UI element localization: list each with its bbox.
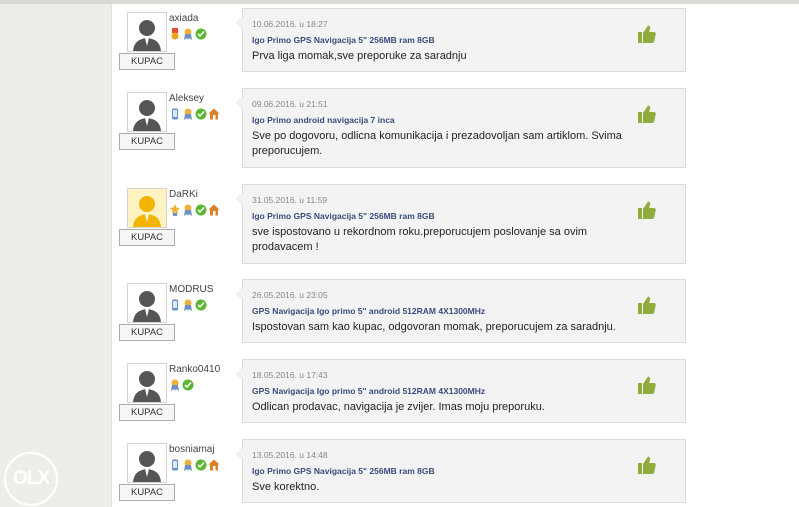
user-badges [169,458,220,472]
phone-icon [169,107,181,121]
username-link[interactable]: axiada [169,13,198,24]
olx-logo[interactable]: OLX [4,452,58,506]
review-item: KUPAC DaRKi 31.05.2016. u 11:59 Igo Primo G… [112,184,799,264]
ribbon-icon [182,107,194,121]
product-link[interactable]: Igo Primo GPS Navigacija 5" 256MB ram 8G… [252,466,435,476]
user-badges [169,107,220,121]
buyer-role-badge: KUPAC [119,133,175,150]
reviews-list: KUPAC axiada 10.06.2016. u 18:27 Igo Primo … [112,4,799,507]
thumbs-up-icon [637,104,657,124]
house-icon [208,458,220,472]
user-avatar[interactable] [127,363,167,403]
review-comment: sve ispostovano u rekordnom roku.preporu… [252,226,588,253]
phone-icon [169,298,181,312]
user-avatar[interactable] [127,443,167,483]
ribbon-icon [182,298,194,312]
phone-icon [169,458,181,472]
user-badges [169,27,207,41]
medal-icon [169,27,181,41]
user-badges [169,298,207,312]
ribbon-icon [182,203,194,217]
buyer-role-badge: KUPAC [119,229,175,246]
review-comment: Ispostovan sam kao kupac, odgovoran moma… [252,321,616,333]
product-link[interactable]: Igo Primo GPS Navigacija 5" 256MB ram 8G… [252,211,435,221]
review-item: KUPAC bosniamaj 13.05.2016. u 14:48 Igo Pri… [112,439,799,503]
thumbs-up-icon [637,295,657,315]
review-card: 26.05.2016. u 23:05 GPS Navigacija Igo pr… [236,279,686,343]
review-item: KUPAC MODRUS 26.05.2016. u 23:05 GPS Naviga… [112,279,799,343]
review-comment: Odlican prodavac, navigacija je zvijer. … [252,401,545,413]
review-item: KUPAC axiada 10.06.2016. u 18:27 Igo Primo … [112,8,799,72]
review-comment: Prva liga momak,sve preporuke za saradnj… [252,50,467,62]
house-icon [208,107,220,121]
buyer-role-badge: KUPAC [119,404,175,421]
user-avatar[interactable] [127,188,167,228]
review-date: 26.05.2016. u 23:05 [252,290,328,300]
review-date: 09.06.2016. u 21:51 [252,99,328,109]
user-badges [169,203,220,217]
review-item: KUPAC Aleksey 09.06.2016. u 21:51 Igo Primo… [112,88,799,168]
ribbon-icon [169,378,181,392]
username-link[interactable]: Ranko0410 [169,364,220,375]
product-link[interactable]: Igo Primo android navigacija 7 inca [252,115,395,125]
user-badges [169,378,194,392]
user-avatar[interactable] [127,12,167,52]
check-icon [195,203,207,217]
review-date: 18.05.2016. u 17:43 [252,370,328,380]
review-card: 09.06.2016. u 21:51 Igo Primo android nav… [236,88,686,168]
username-link[interactable]: MODRUS [169,284,213,295]
user-avatar[interactable] [127,92,167,132]
review-date: 10.06.2016. u 18:27 [252,19,328,29]
thumbs-up-icon [637,375,657,395]
product-link[interactable]: Igo Primo GPS Navigacija 5" 256MB ram 8G… [252,35,435,45]
review-card: 31.05.2016. u 11:59 Igo Primo GPS Navigac… [236,184,686,264]
review-date: 31.05.2016. u 11:59 [252,195,327,205]
check-icon [195,27,207,41]
check-icon [195,107,207,121]
buyer-role-badge: KUPAC [119,484,175,501]
user-avatar[interactable] [127,283,167,323]
ribbon-icon [182,458,194,472]
check-icon [195,298,207,312]
thumbs-up-icon [637,24,657,44]
review-comment: Sve korektno. [252,481,320,493]
username-link[interactable]: bosniamaj [169,444,215,455]
thumbs-up-icon [637,455,657,475]
review-comment: Sve po dogovoru, odlicna komunikacija i … [252,130,622,157]
review-item: KUPAC Ranko0410 18.05.2016. u 17:43 GPS Nav… [112,359,799,423]
username-link[interactable]: Aleksey [169,93,204,104]
check-icon [182,378,194,392]
ribbon-icon [182,27,194,41]
thumbs-up-icon [637,200,657,220]
buyer-role-badge: KUPAC [119,324,175,341]
buyer-role-badge: KUPAC [119,53,175,70]
review-card: 10.06.2016. u 18:27 Igo Primo GPS Navigac… [236,8,686,72]
review-card: 18.05.2016. u 17:43 GPS Navigacija Igo pr… [236,359,686,423]
review-card: 13.05.2016. u 14:48 Igo Primo GPS Navigac… [236,439,686,503]
check-icon [195,458,207,472]
username-link[interactable]: DaRKi [169,189,198,200]
left-sidebar: OLX [0,4,112,507]
product-link[interactable]: GPS Navigacija Igo primo 5" android 512R… [252,306,485,316]
review-date: 13.05.2016. u 14:48 [252,450,328,460]
product-link[interactable]: GPS Navigacija Igo primo 5" android 512R… [252,386,485,396]
star-ribbon-icon [169,203,181,217]
house-icon [208,203,220,217]
